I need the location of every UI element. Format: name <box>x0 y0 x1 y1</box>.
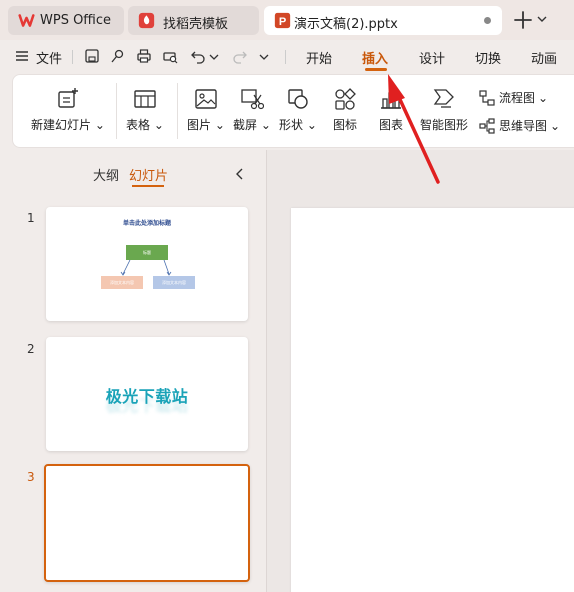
mindmap-button[interactable]: 思维导图 ⌄ <box>479 117 560 134</box>
screenshot-button[interactable]: 截屏 ⌄ <box>231 87 273 133</box>
picture-button[interactable]: 图片 ⌄ <box>185 87 227 133</box>
print-icon[interactable] <box>136 48 152 64</box>
shape-label: 形状 <box>279 118 304 132</box>
tab-transition[interactable]: 切换 <box>475 48 501 67</box>
slide-title: 单击此处添加标题 <box>122 220 171 227</box>
scissors-icon <box>241 89 264 110</box>
tab-insert[interactable]: 插入 <box>362 48 388 67</box>
new-slide-label: 新建幻灯片 <box>31 118 92 132</box>
diagram-right-box: 添加文本内容 <box>153 276 195 289</box>
screenshot-label: 截屏 <box>233 118 258 132</box>
undo-chevron-down-icon[interactable] <box>208 48 220 64</box>
tab-animation[interactable]: 动画 <box>531 48 557 67</box>
shape-icon <box>288 89 308 109</box>
smart-graphic-icon <box>433 89 454 108</box>
svg-text:P: P <box>279 16 286 28</box>
new-slide-icon <box>58 88 78 108</box>
save-icon[interactable] <box>84 48 100 64</box>
more-chevron-down-icon[interactable] <box>258 48 270 64</box>
menu-file[interactable]: 文件 <box>36 48 62 67</box>
tab-list-chevron-down-icon[interactable] <box>536 13 548 25</box>
unsaved-dot-icon[interactable] <box>484 17 491 24</box>
slide-thumbnail-1[interactable]: 单击此处添加标题 标题 添加文本内容 添加文本内容 <box>46 207 248 321</box>
diagram-right-box-text: 添加文本内容 <box>162 280 186 285</box>
presentation-file-icon: P <box>274 12 291 29</box>
mindmap-chevron-down-icon: ⌄ <box>550 118 561 133</box>
smart-graphic-button[interactable]: 智能图形 <box>417 87 471 133</box>
tab-wps-office[interactable]: WPS Office <box>8 6 124 35</box>
tab-document[interactable]: P 演示文稿(2).pptx <box>264 6 502 35</box>
chart-label: 图表 <box>378 118 403 132</box>
flowchart-label: 流程图 <box>499 91 536 105</box>
tab-slides[interactable]: 幻灯片 <box>129 165 168 184</box>
bar-chart-icon <box>381 92 401 109</box>
ribbon-divider <box>116 83 117 139</box>
slide-number: 3 <box>27 470 35 484</box>
icon-label: 图标 <box>332 118 357 132</box>
diagram-left-box-text: 添加文本内容 <box>110 280 134 285</box>
collapse-panel-chevron-left-icon[interactable] <box>234 167 246 181</box>
undo-icon[interactable] <box>190 48 206 64</box>
tab-design[interactable]: 设计 <box>419 48 445 67</box>
menu-bar: 文件 开始 插入 设计 切换 动画 <box>0 40 574 72</box>
slide-number: 1 <box>27 211 35 225</box>
export-icon[interactable] <box>110 48 126 64</box>
new-tab-plus-icon[interactable] <box>512 9 534 31</box>
chart-button[interactable]: 图表 <box>371 87 411 133</box>
slide-panel: 大纲 幻灯片 1 单击此处添加标题 标题 添加文本内容 添加文本内容 2 极光下… <box>0 150 266 592</box>
picture-icon <box>195 89 217 109</box>
wps-logo-icon <box>18 14 35 27</box>
table-icon <box>134 90 156 108</box>
hamburger-menu-icon[interactable] <box>14 48 30 64</box>
daoke-logo-icon <box>138 12 155 29</box>
mindmap-label: 思维导图 <box>499 119 548 133</box>
menu-divider <box>285 50 286 64</box>
smart-graphic-label: 智能图形 <box>419 118 468 132</box>
slide-thumbnail-2[interactable]: 极光下载站 <box>46 337 248 451</box>
mindmap-icon <box>479 117 495 134</box>
flowchart-button[interactable]: 流程图 ⌄ <box>479 89 548 106</box>
tab-outline[interactable]: 大纲 <box>93 165 119 184</box>
tab-bar: WPS Office 找稻壳模板 P 演示文稿(2).pptx <box>0 0 574 40</box>
slide-wordart-text: 极光下载站 <box>105 387 189 406</box>
slide-thumbnail-3[interactable] <box>44 464 250 582</box>
tab-label: 演示文稿(2).pptx <box>294 17 398 32</box>
insert-ribbon: 新建幻灯片 ⌄ 表格 ⌄ 图片 ⌄ 截屏 ⌄ 形状 ⌄ 图标 图表 智能图形 流… <box>12 74 574 148</box>
table-button[interactable]: 表格 ⌄ <box>123 87 167 133</box>
new-slide-button[interactable]: 新建幻灯片 ⌄ <box>29 87 107 133</box>
diagram-connector-icon <box>120 260 172 276</box>
active-tab-indicator <box>365 68 387 71</box>
picture-label: 图片 <box>187 118 212 132</box>
diagram-left-box: 添加文本内容 <box>101 276 143 289</box>
current-slide-canvas[interactable] <box>291 208 574 592</box>
diagram-top-box: 标题 <box>126 245 168 260</box>
flowchart-icon <box>479 89 495 106</box>
icon-library-icon <box>335 88 356 110</box>
ribbon-divider <box>177 83 178 139</box>
print-preview-icon[interactable] <box>162 48 178 64</box>
icon-button[interactable]: 图标 <box>325 87 365 133</box>
tab-template[interactable]: 找稻壳模板 <box>128 6 259 35</box>
flowchart-chevron-down-icon: ⌄ <box>538 90 549 105</box>
slide-number: 2 <box>27 342 35 356</box>
shape-button[interactable]: 形状 ⌄ <box>277 87 319 133</box>
tab-home[interactable]: 开始 <box>306 48 332 67</box>
table-label: 表格 <box>126 118 151 132</box>
tab-label: 找稻壳模板 <box>163 17 229 32</box>
redo-icon[interactable] <box>232 48 248 64</box>
menu-divider <box>72 50 73 64</box>
slides-tab-indicator <box>132 185 164 187</box>
tab-label: WPS Office <box>40 13 112 28</box>
diagram-top-box-text: 标题 <box>143 250 151 255</box>
